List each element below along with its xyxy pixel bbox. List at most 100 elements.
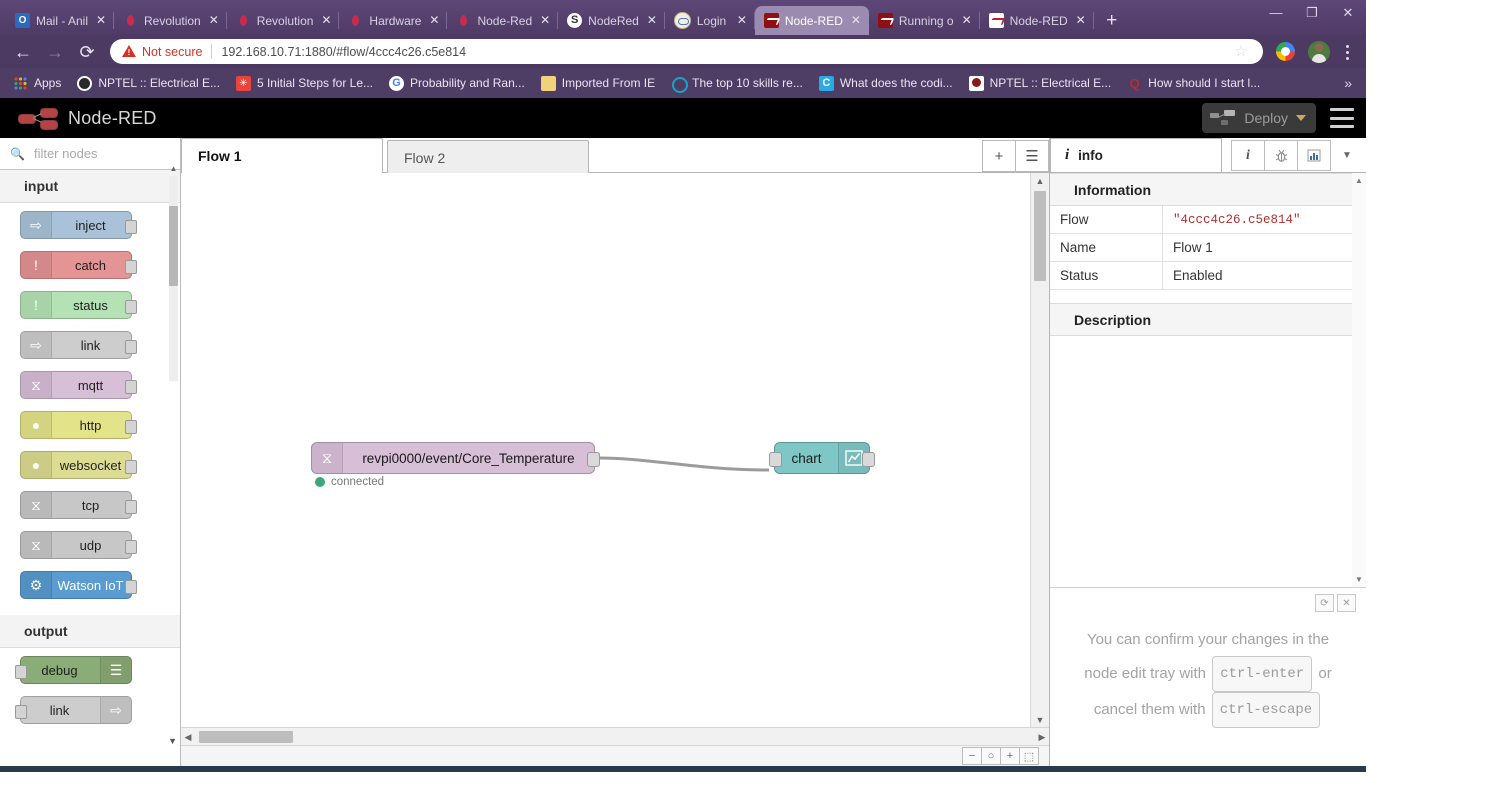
- tab-close-icon[interactable]: ✕: [645, 14, 659, 28]
- scroll-up-icon[interactable]: ▲: [1031, 176, 1049, 186]
- palette-node-link-out[interactable]: ⇨ link: [20, 696, 132, 724]
- palette-scrollbar[interactable]: ▲: [169, 176, 178, 381]
- browser-tab[interactable]: Revolution ✕: [114, 6, 227, 35]
- browser-tab[interactable]: Node-RED ✕: [980, 6, 1094, 35]
- reload-button[interactable]: ⟳: [72, 38, 102, 66]
- output-port[interactable]: [125, 420, 137, 434]
- palette-node-link[interactable]: ⇨ link: [20, 331, 132, 359]
- chevron-down-icon[interactable]: [1296, 115, 1306, 121]
- bookmark-folder[interactable]: Imported From IE: [534, 72, 662, 94]
- palette-node-status[interactable]: ! status: [20, 291, 132, 319]
- address-bar[interactable]: Not secure 192.168.10.71:1880/#flow/4ccc…: [110, 39, 1263, 64]
- browser-tab[interactable]: Hardware ✕: [339, 6, 447, 35]
- extension-icon[interactable]: [1276, 42, 1295, 61]
- bookmark-item[interactable]: NPTEL :: Electrical E...: [70, 72, 227, 94]
- palette-node-http[interactable]: ● http: [20, 411, 132, 439]
- palette-node-debug[interactable]: ☰ debug: [20, 656, 132, 684]
- tab-close-icon[interactable]: ✕: [427, 14, 441, 28]
- section-information[interactable]: ⱟ Information: [1050, 173, 1366, 206]
- palette-node-inject[interactable]: ⇨ inject: [20, 211, 132, 239]
- maximize-button[interactable]: ❐: [1294, 0, 1330, 26]
- palette-node-udp[interactable]: ⧖ udp: [20, 531, 132, 559]
- zoom-reset-button[interactable]: ○: [981, 747, 1001, 765]
- browser-tab-active[interactable]: Node-RED ✕: [755, 6, 869, 35]
- scroll-down-icon[interactable]: ▼: [1031, 715, 1049, 725]
- browser-tab[interactable]: Node-Red ✕: [447, 6, 558, 35]
- bookmark-item[interactable]: NPTEL :: Electrical E...: [962, 72, 1119, 94]
- flow-tab-1[interactable]: Flow 1: [181, 138, 383, 173]
- profile-avatar[interactable]: [1308, 41, 1330, 63]
- output-port[interactable]: [587, 452, 600, 467]
- output-port[interactable]: [125, 300, 137, 314]
- flow-node-chart[interactable]: chart: [774, 442, 870, 474]
- bookmarks-overflow-icon[interactable]: »: [1336, 75, 1360, 91]
- scroll-right-icon[interactable]: ▶: [1035, 732, 1049, 743]
- palette-node-watson-iot[interactable]: ⚙ Watson IoT: [20, 571, 132, 599]
- browser-menu-icon[interactable]: [1338, 40, 1358, 64]
- scrollbar-thumb[interactable]: [199, 731, 293, 743]
- palette-node-tcp[interactable]: ⧖ tcp: [20, 491, 132, 519]
- scroll-left-icon[interactable]: ◀: [181, 732, 195, 743]
- palette-node-catch[interactable]: ! catch: [20, 251, 132, 279]
- output-port[interactable]: [125, 540, 137, 554]
- debug-tab-icon[interactable]: [1264, 140, 1298, 171]
- scrollbar-track[interactable]: [195, 731, 1035, 743]
- hamburger-menu-icon[interactable]: [1330, 108, 1354, 128]
- browser-tab[interactable]: NodeRed ✕: [558, 6, 665, 35]
- forward-button[interactable]: →: [40, 38, 70, 66]
- close-tip-icon[interactable]: ✕: [1337, 594, 1356, 612]
- flow-canvas[interactable]: ⧖ revpi0000/event/Core_Temperature conne…: [181, 173, 1049, 766]
- dashboard-tab-icon[interactable]: [1297, 140, 1331, 171]
- output-port[interactable]: [125, 460, 137, 474]
- output-port[interactable]: [125, 500, 137, 514]
- tab-close-icon[interactable]: ✕: [538, 14, 552, 28]
- scroll-up-icon[interactable]: ▲: [169, 164, 178, 173]
- url-text[interactable]: 192.168.10.71:1880/#flow/4ccc4c26.c5e814: [221, 45, 1225, 59]
- tab-close-icon[interactable]: ✕: [207, 14, 221, 28]
- browser-tab[interactable]: Login ✕: [665, 6, 755, 35]
- output-port[interactable]: [125, 220, 137, 234]
- bookmark-star-icon[interactable]: ☆: [1231, 42, 1251, 62]
- palette-category-input[interactable]: ⱟ input: [0, 170, 180, 203]
- close-window-button[interactable]: ✕: [1330, 0, 1366, 26]
- palette-category-output[interactable]: ⱟ output: [0, 615, 180, 648]
- input-port[interactable]: [15, 705, 27, 719]
- refresh-tip-icon[interactable]: ⟳: [1315, 594, 1334, 612]
- flow-tab-2[interactable]: Flow 2: [387, 140, 589, 174]
- canvas-vertical-scrollbar[interactable]: ▲ ▼: [1030, 173, 1049, 728]
- palette-scroll-down-icon[interactable]: ▼: [168, 736, 177, 746]
- flow-canvas-container[interactable]: ⧖ revpi0000/event/Core_Temperature conne…: [181, 173, 1049, 766]
- input-port[interactable]: [769, 452, 782, 467]
- bookmark-item[interactable]: The top 10 skills re...: [664, 72, 810, 94]
- scrollbar-thumb[interactable]: [169, 206, 178, 286]
- output-port[interactable]: [125, 260, 137, 274]
- tab-close-icon[interactable]: ✕: [849, 14, 863, 28]
- tab-close-icon[interactable]: ✕: [94, 14, 108, 28]
- zoom-out-button[interactable]: −: [962, 747, 982, 765]
- flow-node-mqtt-in[interactable]: ⧖ revpi0000/event/Core_Temperature: [311, 442, 595, 474]
- bookmark-item[interactable]: 5 Initial Steps for Le...: [229, 72, 380, 94]
- info-tab-icon[interactable]: i: [1231, 140, 1265, 171]
- input-port[interactable]: [15, 665, 27, 679]
- tab-close-icon[interactable]: ✕: [960, 14, 974, 28]
- section-description[interactable]: ⱟ Description: [1050, 303, 1366, 336]
- add-flow-button[interactable]: +: [982, 140, 1016, 172]
- sidebar-tab-info[interactable]: i info: [1050, 138, 1222, 172]
- palette-node-mqtt[interactable]: ⧖ mqtt: [20, 371, 132, 399]
- list-flows-button[interactable]: ☰: [1015, 140, 1049, 172]
- palette-search[interactable]: 🔍: [0, 138, 180, 170]
- output-port[interactable]: [125, 340, 137, 354]
- output-port[interactable]: [125, 580, 137, 594]
- scroll-down-icon[interactable]: ▼: [1352, 575, 1366, 584]
- minimize-button[interactable]: —: [1258, 0, 1294, 26]
- deploy-button[interactable]: Deploy: [1202, 103, 1316, 133]
- output-port[interactable]: [125, 380, 137, 394]
- bookmark-item[interactable]: Probability and Ran...: [382, 72, 532, 94]
- output-port[interactable]: [862, 452, 875, 467]
- palette-node-websocket[interactable]: ● websocket: [20, 451, 132, 479]
- new-tab-button[interactable]: +: [1098, 7, 1126, 35]
- browser-tab[interactable]: Revolution ✕: [227, 6, 340, 35]
- tab-close-icon[interactable]: ✕: [319, 14, 333, 28]
- scrollbar-thumb[interactable]: [1034, 191, 1046, 281]
- back-button[interactable]: ←: [8, 38, 38, 66]
